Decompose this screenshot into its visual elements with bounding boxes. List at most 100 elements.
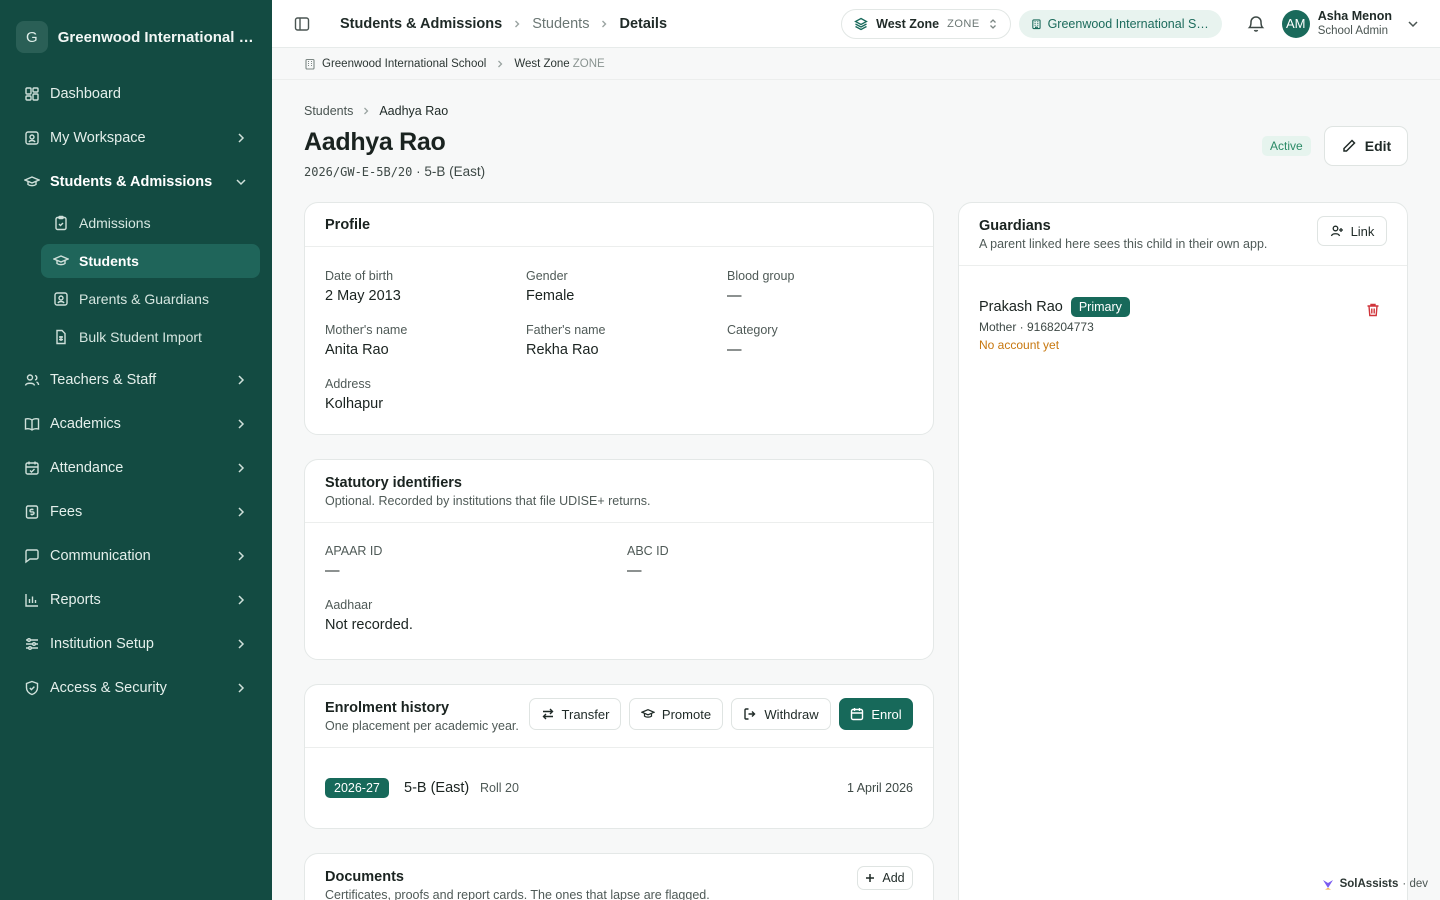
- main-content: Students Aadhya Rao Aadhya Rao 2026/GW-E…: [272, 80, 1440, 900]
- school-name: Greenwood International School: [1047, 16, 1210, 31]
- graduation-cap-icon: [24, 174, 40, 190]
- enrolment-date: 1 April 2026: [846, 781, 913, 795]
- sidebar-item-dashboard[interactable]: Dashboard: [12, 74, 260, 114]
- field-label: Date of birth: [325, 269, 394, 283]
- guardian-relation: Mother · 9168204773: [979, 320, 1094, 334]
- zone-selector[interactable]: West Zone ZONE: [841, 8, 1011, 39]
- card-title: Documents: [325, 869, 404, 885]
- field-label: Gender: [526, 269, 568, 283]
- book-open-icon: [24, 416, 40, 432]
- link-guardian-button[interactable]: Link: [1317, 216, 1387, 246]
- sidebar-item-access[interactable]: Access & Security: [12, 668, 260, 708]
- transfer-button[interactable]: Transfer: [529, 698, 621, 730]
- sidebar-item-communication[interactable]: Communication: [12, 536, 260, 576]
- sidebar-item-teachers[interactable]: Teachers & Staff: [12, 360, 260, 400]
- breadcrumb-item[interactable]: Students: [532, 16, 589, 32]
- button-label: Promote: [661, 706, 712, 722]
- bell-icon[interactable]: [1246, 14, 1266, 34]
- sidebar-item-students[interactable]: Students: [41, 244, 260, 278]
- field-value: Kolhapur: [325, 396, 384, 412]
- breadcrumb-current: Aadhya Rao: [379, 104, 449, 118]
- sidebar-item-institution[interactable]: Institution Setup: [12, 624, 260, 664]
- page-title: Aadhya Rao: [304, 128, 446, 156]
- breadcrumb-item[interactable]: Students: [304, 104, 353, 118]
- field-label: Aadhaar: [325, 598, 373, 612]
- field-value: —: [727, 288, 742, 304]
- field-value: Not recorded.: [325, 617, 413, 633]
- card-subtitle: Optional. Recorded by institutions that …: [325, 494, 651, 508]
- context-zone-tag: ZONE: [572, 57, 605, 70]
- sidebar-item-fees[interactable]: Fees: [12, 492, 260, 532]
- user-menu[interactable]: AM Asha Menon School Admin: [1281, 9, 1420, 38]
- context-bar: Greenwood International School West Zone…: [272, 48, 1440, 80]
- field-abc-id: ABC ID —: [627, 544, 669, 579]
- sidebar-item-label: Communication: [50, 548, 151, 564]
- field-value: 2 May 2013: [325, 288, 401, 304]
- chevron-right-icon: [238, 507, 245, 517]
- calendar-check-icon: [24, 460, 40, 476]
- sidebar-item-academics[interactable]: Academics: [12, 404, 260, 444]
- enrolment-class: 5-B (East): [404, 780, 470, 796]
- chevron-right-icon: [238, 639, 245, 649]
- sidebar-item-attendance[interactable]: Attendance: [12, 448, 260, 488]
- school-selector[interactable]: Greenwood International School: [1018, 9, 1222, 38]
- context-school[interactable]: Greenwood International School: [322, 58, 486, 70]
- field-blood-group: Blood group —: [727, 269, 794, 304]
- enrolment-roll: Roll 20: [480, 781, 519, 795]
- breadcrumb-item[interactable]: Students & Admissions: [340, 16, 502, 32]
- statutory-card: Statutory identifiers Optional. Recorded…: [304, 459, 934, 660]
- guardian-item: Prakash Rao Primary Mother · 9168204773 …: [979, 297, 1130, 352]
- button-label: Withdraw: [764, 706, 819, 722]
- trash-icon[interactable]: [1365, 302, 1381, 318]
- zone-name: West Zone: [876, 16, 940, 31]
- edit-label: Edit: [1364, 138, 1392, 154]
- sidebar-nav: Dashboard My Workspace Students & Admiss…: [0, 74, 272, 708]
- field-father-name: Father's name Rekha Rao: [526, 323, 606, 358]
- academic-year-badge: 2026-27: [325, 778, 389, 798]
- chevron-right-icon: [238, 419, 245, 429]
- add-document-button[interactable]: Add: [857, 866, 913, 890]
- promote-button[interactable]: Promote: [629, 698, 723, 730]
- user-plus-icon: [1330, 225, 1343, 237]
- chevron-right-icon: [238, 595, 245, 605]
- enrol-button[interactable]: Enrol: [839, 698, 913, 730]
- sidebar-item-workspace[interactable]: My Workspace: [12, 118, 260, 158]
- calendar-icon: [851, 708, 864, 721]
- org-avatar: G: [16, 21, 48, 53]
- chevron-right-icon: [238, 683, 245, 693]
- context-zone[interactable]: West Zone: [514, 58, 569, 70]
- guardians-card: Guardians A parent linked here sees this…: [958, 202, 1408, 900]
- edit-button[interactable]: Edit: [1324, 126, 1408, 166]
- sidebar-toggle-icon[interactable]: [292, 14, 312, 34]
- sidebar-item-label: Parents & Guardians: [79, 291, 209, 307]
- brand-logo-icon: [1322, 880, 1333, 890]
- sidebar-item-parents[interactable]: Parents & Guardians: [41, 282, 260, 316]
- card-title: Statutory identifiers: [325, 475, 462, 491]
- field-value: Anita Rao: [325, 342, 389, 358]
- org-switcher[interactable]: G Greenwood International School: [0, 0, 272, 74]
- sidebar-item-reports[interactable]: Reports: [12, 580, 260, 620]
- plus-icon: [866, 874, 875, 882]
- sidebar-item-admissions[interactable]: Admissions: [41, 206, 260, 240]
- sidebar-item-label: Students & Admissions: [50, 174, 213, 190]
- field-value: —: [627, 563, 642, 579]
- building-icon: [1031, 18, 1041, 29]
- field-value: Rekha Rao: [526, 342, 599, 358]
- chevron-right-icon: [238, 133, 245, 143]
- sidebar-item-bulk-import[interactable]: Bulk Student Import: [41, 320, 260, 354]
- brand-env: · dev: [1402, 878, 1428, 890]
- withdraw-button[interactable]: Withdraw: [731, 698, 831, 730]
- user-name: Asha Menon: [1317, 9, 1392, 23]
- sidebar-item-label: My Workspace: [50, 130, 146, 146]
- field-address: Address Kolhapur: [325, 377, 383, 412]
- field-label: APAAR ID: [325, 544, 383, 558]
- graduation-cap-icon: [640, 708, 655, 718]
- sidebar-item-label: Students: [79, 253, 139, 269]
- field-label: Mother's name: [325, 323, 408, 337]
- chevron-right-icon: [602, 20, 607, 27]
- sidebar-item-students-admissions[interactable]: Students & Admissions: [12, 162, 260, 202]
- users-icon: [24, 372, 40, 388]
- student-meta: 2026/GW-E-5B/20 · 5-B (East): [304, 164, 485, 179]
- message-square-icon: [24, 548, 40, 564]
- workspace-icon: [24, 130, 40, 146]
